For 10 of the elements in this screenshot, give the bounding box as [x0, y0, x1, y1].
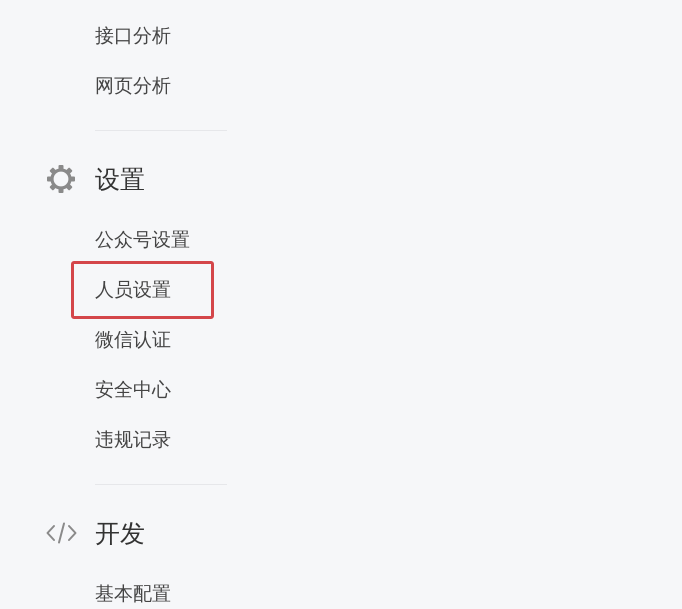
code-icon — [46, 522, 77, 544]
menu-item[interactable]: 接口分析 — [71, 11, 214, 61]
menu-item[interactable]: 基本配置 — [71, 569, 214, 609]
section-title: 开发 — [95, 518, 145, 550]
menu-item[interactable]: 安全中心 — [71, 365, 214, 415]
gear-icon — [46, 164, 76, 194]
menu-item[interactable]: 人员设置 — [71, 261, 214, 319]
menu-item[interactable]: 网页分析 — [71, 61, 214, 111]
section-title: 设置 — [95, 164, 145, 196]
menu-item[interactable]: 违规记录 — [71, 415, 214, 465]
